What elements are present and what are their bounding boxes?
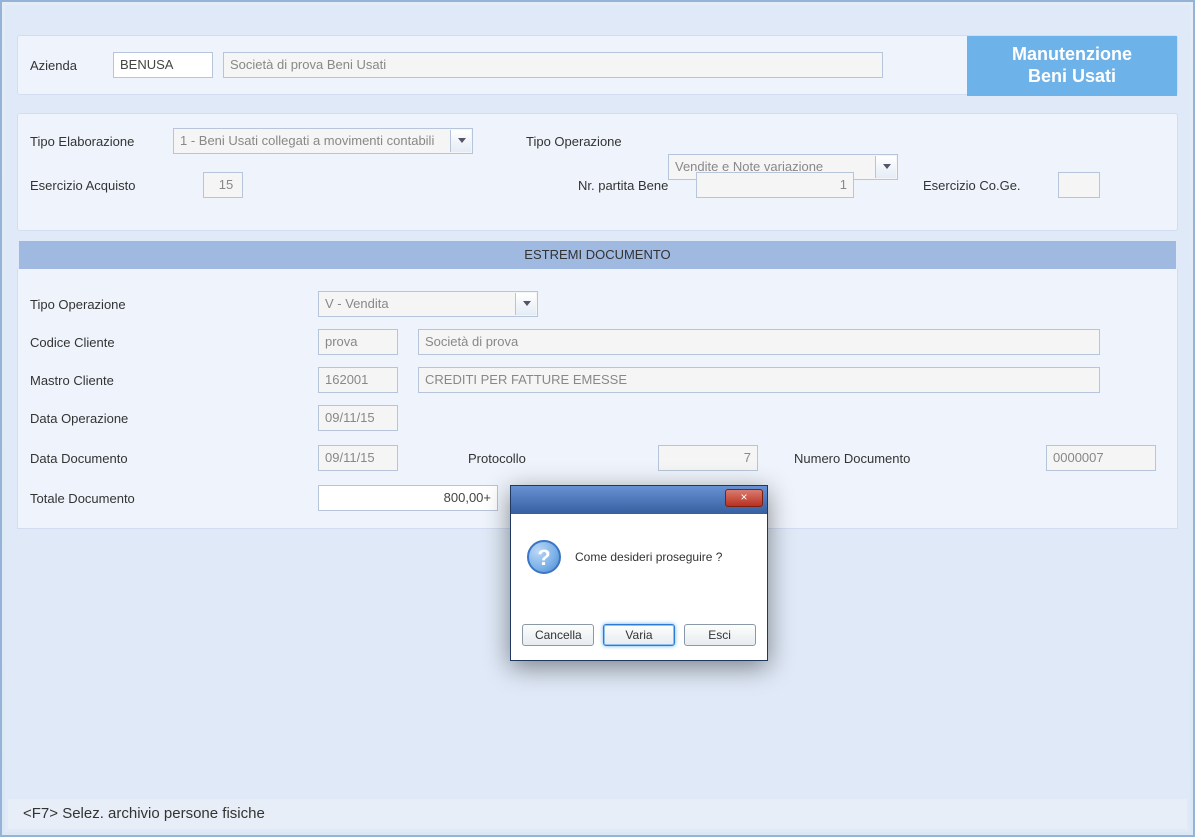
data-operazione-field[interactable]: 09/11/15 xyxy=(318,405,398,431)
dialog-body: ? Come desideri proseguire ? xyxy=(519,522,759,592)
tipo-elaborazione-dropdown[interactable]: 1 - Beni Usati collegati a movimenti con… xyxy=(173,128,473,154)
confirm-dialog: × ? Come desideri proseguire ? Cancella … xyxy=(510,485,768,661)
azienda-label: Azienda xyxy=(30,58,77,73)
tipo-operazione-label: Tipo Operazione xyxy=(526,134,622,149)
codice-cliente-desc: Società di prova xyxy=(418,329,1100,355)
main-panel: Azienda BENUSA Società di prova Beni Usa… xyxy=(5,5,1190,832)
mastro-cliente-field[interactable]: 162001 xyxy=(318,367,398,393)
page-title: Manutenzione Beni Usati xyxy=(967,36,1177,96)
page-title-line2: Beni Usati xyxy=(967,66,1177,88)
chevron-down-icon xyxy=(523,301,531,306)
header-card: Azienda BENUSA Società di prova Beni Usa… xyxy=(17,35,1178,95)
doc-tipo-operazione-dropdown[interactable]: V - Vendita xyxy=(318,291,538,317)
codice-cliente-label: Codice Cliente xyxy=(30,335,115,350)
nr-partita-label: Nr. partita Bene xyxy=(578,178,668,193)
cancella-button[interactable]: Cancella xyxy=(522,624,594,646)
protocollo-field[interactable]: 7 xyxy=(658,445,758,471)
protocollo-label: Protocollo xyxy=(468,451,526,466)
data-documento-field[interactable]: 09/11/15 xyxy=(318,445,398,471)
dialog-titlebar[interactable]: × xyxy=(511,486,767,514)
dialog-button-row: Cancella Varia Esci xyxy=(519,618,759,652)
mastro-cliente-label: Mastro Cliente xyxy=(30,373,114,388)
data-documento-label: Data Documento xyxy=(30,451,128,466)
varia-button[interactable]: Varia xyxy=(603,624,675,646)
doc-tipo-operazione-label: Tipo Operazione xyxy=(30,297,126,312)
chevron-down-icon xyxy=(458,138,466,143)
tipo-elaborazione-value: 1 - Beni Usati collegati a movimenti con… xyxy=(180,133,434,148)
numero-documento-field[interactable]: 0000007 xyxy=(1046,445,1156,471)
question-icon: ? xyxy=(527,540,561,574)
codice-cliente-field[interactable]: prova xyxy=(318,329,398,355)
tipo-elaborazione-label: Tipo Elaborazione xyxy=(30,134,134,149)
chevron-down-icon xyxy=(883,164,891,169)
dialog-close-button[interactable]: × xyxy=(725,489,763,507)
page-title-line1: Manutenzione xyxy=(967,44,1177,66)
esci-button[interactable]: Esci xyxy=(684,624,756,646)
azienda-code-field[interactable]: BENUSA xyxy=(113,52,213,78)
mastro-cliente-desc: CREDITI PER FATTURE EMESSE xyxy=(418,367,1100,393)
numero-documento-label: Numero Documento xyxy=(794,451,910,466)
esercizio-acquisto-field[interactable]: 15 xyxy=(203,172,243,198)
params-card: Tipo Elaborazione 1 - Beni Usati collega… xyxy=(17,113,1178,231)
esercizio-coge-field[interactable] xyxy=(1058,172,1100,198)
esercizio-coge-label: Esercizio Co.Ge. xyxy=(923,178,1021,193)
totale-documento-label: Totale Documento xyxy=(30,491,135,506)
nr-partita-field[interactable]: 1 xyxy=(696,172,854,198)
close-icon: × xyxy=(740,490,747,504)
status-bar: <F7> Selez. archivio persone fisiche xyxy=(8,799,1187,829)
estremi-documento-header: ESTREMI DOCUMENTO xyxy=(19,241,1176,269)
data-operazione-label: Data Operazione xyxy=(30,411,128,426)
totale-documento-field[interactable]: 800,00+ xyxy=(318,485,498,511)
esercizio-acquisto-label: Esercizio Acquisto xyxy=(30,178,136,193)
app-window: Azienda BENUSA Società di prova Beni Usa… xyxy=(0,0,1195,837)
azienda-desc-field: Società di prova Beni Usati xyxy=(223,52,883,78)
dialog-message: Come desideri proseguire ? xyxy=(575,550,722,564)
doc-tipo-operazione-value: V - Vendita xyxy=(325,296,389,311)
